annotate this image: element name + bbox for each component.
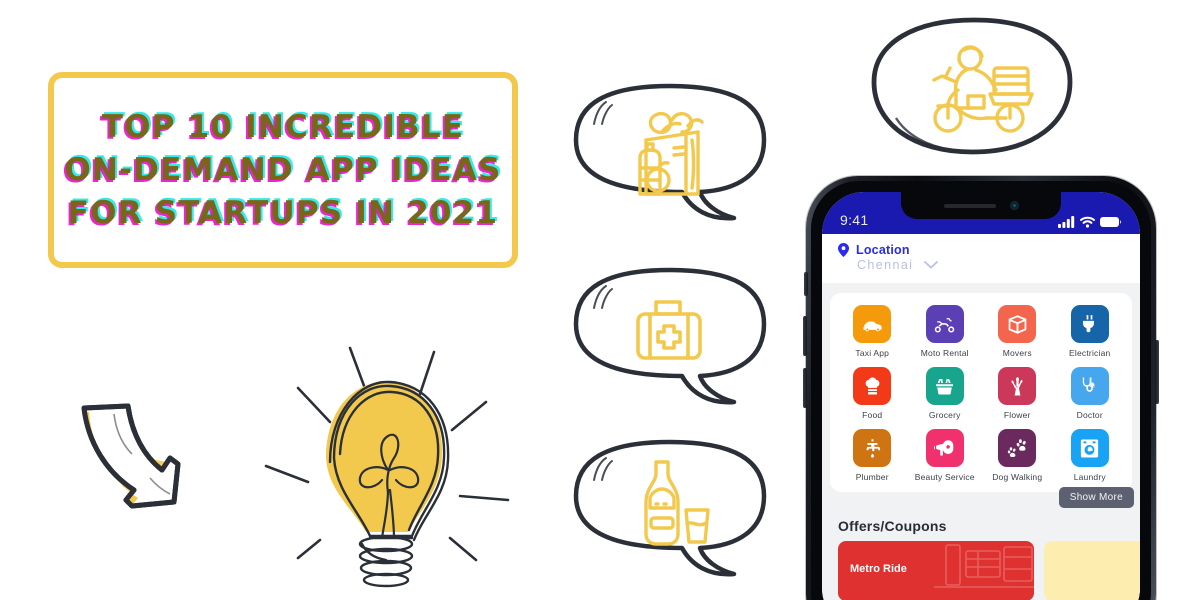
phone-mockup: 9:41 Location Chennai Taxi App Moto Rent… [803,176,1159,600]
offers-row: Metro Ride [830,541,1140,600]
hair-dryer-icon [925,429,964,467]
app-content: Taxi App Moto Rental Movers Electrician … [822,283,1140,600]
service-label: Plumber [855,472,889,482]
service-tile-electrician[interactable]: Electrician [1054,305,1127,358]
motorcycle-icon [925,305,964,343]
offers-section-title: Offers/Coupons [838,518,947,534]
faucet-icon [853,429,892,467]
service-label: Food [862,410,883,420]
title-banner: TOP 10 INCREDIBLE ON-DEMAND APP IDEAS FO… [48,72,518,268]
service-label: Moto Rental [920,348,969,358]
front-camera-icon [1009,201,1019,210]
service-tile-plumber[interactable]: Plumber [836,429,909,482]
hand-drawn-lightbulb-icon [262,330,512,598]
service-label: Beauty Service [914,472,975,482]
box-icon [998,305,1037,343]
service-tile-grocery[interactable]: Grocery [909,367,982,420]
service-tile-beauty-service[interactable]: Beauty Service [909,429,982,482]
flower-bouquet-icon [998,367,1037,405]
service-label: Dog Walking [992,472,1043,482]
offer-card-secondary[interactable] [1044,541,1140,600]
title-line-2: ON-DEMAND APP IDEAS [64,152,502,188]
volume-down-button[interactable] [803,368,807,408]
services-grid: Taxi App Moto Rental Movers Electrician … [836,305,1126,482]
paw-prints-icon [998,429,1037,467]
speech-bubble-liquor [562,432,777,594]
service-tile-taxi-app[interactable]: Taxi App [836,305,909,358]
speech-bubble-grocery [562,78,777,236]
service-label: Movers [1002,348,1032,358]
service-label: Flower [1003,410,1031,420]
status-indicators [1058,216,1122,228]
service-tile-flower[interactable]: Flower [981,367,1054,420]
service-label: Grocery [928,410,961,420]
location-label: Location [856,243,910,257]
phone-frame: 9:41 Location Chennai Taxi App Moto Rent… [803,176,1159,600]
service-label: Taxi App [855,348,890,358]
battery-icon [1100,217,1122,227]
silent-switch[interactable] [804,272,808,296]
plug-icon [1070,305,1109,343]
service-tile-movers[interactable]: Movers [981,305,1054,358]
phone-bezel: 9:41 Location Chennai Taxi App Moto Rent… [811,181,1151,600]
location-pin-icon [838,243,849,257]
notch [901,192,1061,219]
service-label: Doctor [1076,410,1103,420]
earpiece-speaker [943,203,996,208]
title-line-3: FOR STARTUPS IN 2021 [67,195,499,231]
power-button[interactable] [1155,340,1159,404]
title-line-1: TOP 10 INCREDIBLE [101,109,465,145]
poster-canvas: TOP 10 INCREDIBLE ON-DEMAND APP IDEAS FO… [0,0,1200,600]
wifi-icon [1080,216,1095,228]
car-icon [853,305,892,343]
service-tile-moto-rental[interactable]: Moto Rental [909,305,982,358]
status-time: 9:41 [840,212,869,228]
status-bar: 9:41 [822,192,1140,234]
service-tile-laundry[interactable]: Laundry [1054,429,1127,482]
stethoscope-icon [1070,367,1109,405]
services-card: Taxi App Moto Rental Movers Electrician … [830,293,1134,508]
show-more-button[interactable]: Show More [1058,487,1134,508]
service-label: Electrician [1069,348,1111,358]
hand-drawn-down-arrow-icon [62,386,212,521]
cellular-signal-icon [1058,216,1075,228]
service-tile-doctor[interactable]: Doctor [1054,367,1127,420]
volume-up-button[interactable] [803,316,807,356]
speech-bubble-medical [562,262,777,420]
speech-bubble-delivery [866,12,1081,164]
washing-machine-icon [1070,429,1109,467]
phone-screen: 9:41 Location Chennai Taxi App Moto Rent… [822,192,1140,600]
service-tile-food[interactable]: Food [836,367,909,420]
chef-hat-icon [853,367,892,405]
offer-label: Metro Ride [850,563,907,575]
location-bar[interactable]: Location Chennai [822,234,1140,283]
location-city-value: Chennai [857,258,914,272]
service-label: Laundry [1073,472,1106,482]
service-tile-dog-walking[interactable]: Dog Walking [981,429,1054,482]
chevron-down-icon[interactable] [924,261,939,269]
offer-card-metro-ride[interactable]: Metro Ride [838,541,1034,600]
grocery-basket-icon [925,367,964,405]
